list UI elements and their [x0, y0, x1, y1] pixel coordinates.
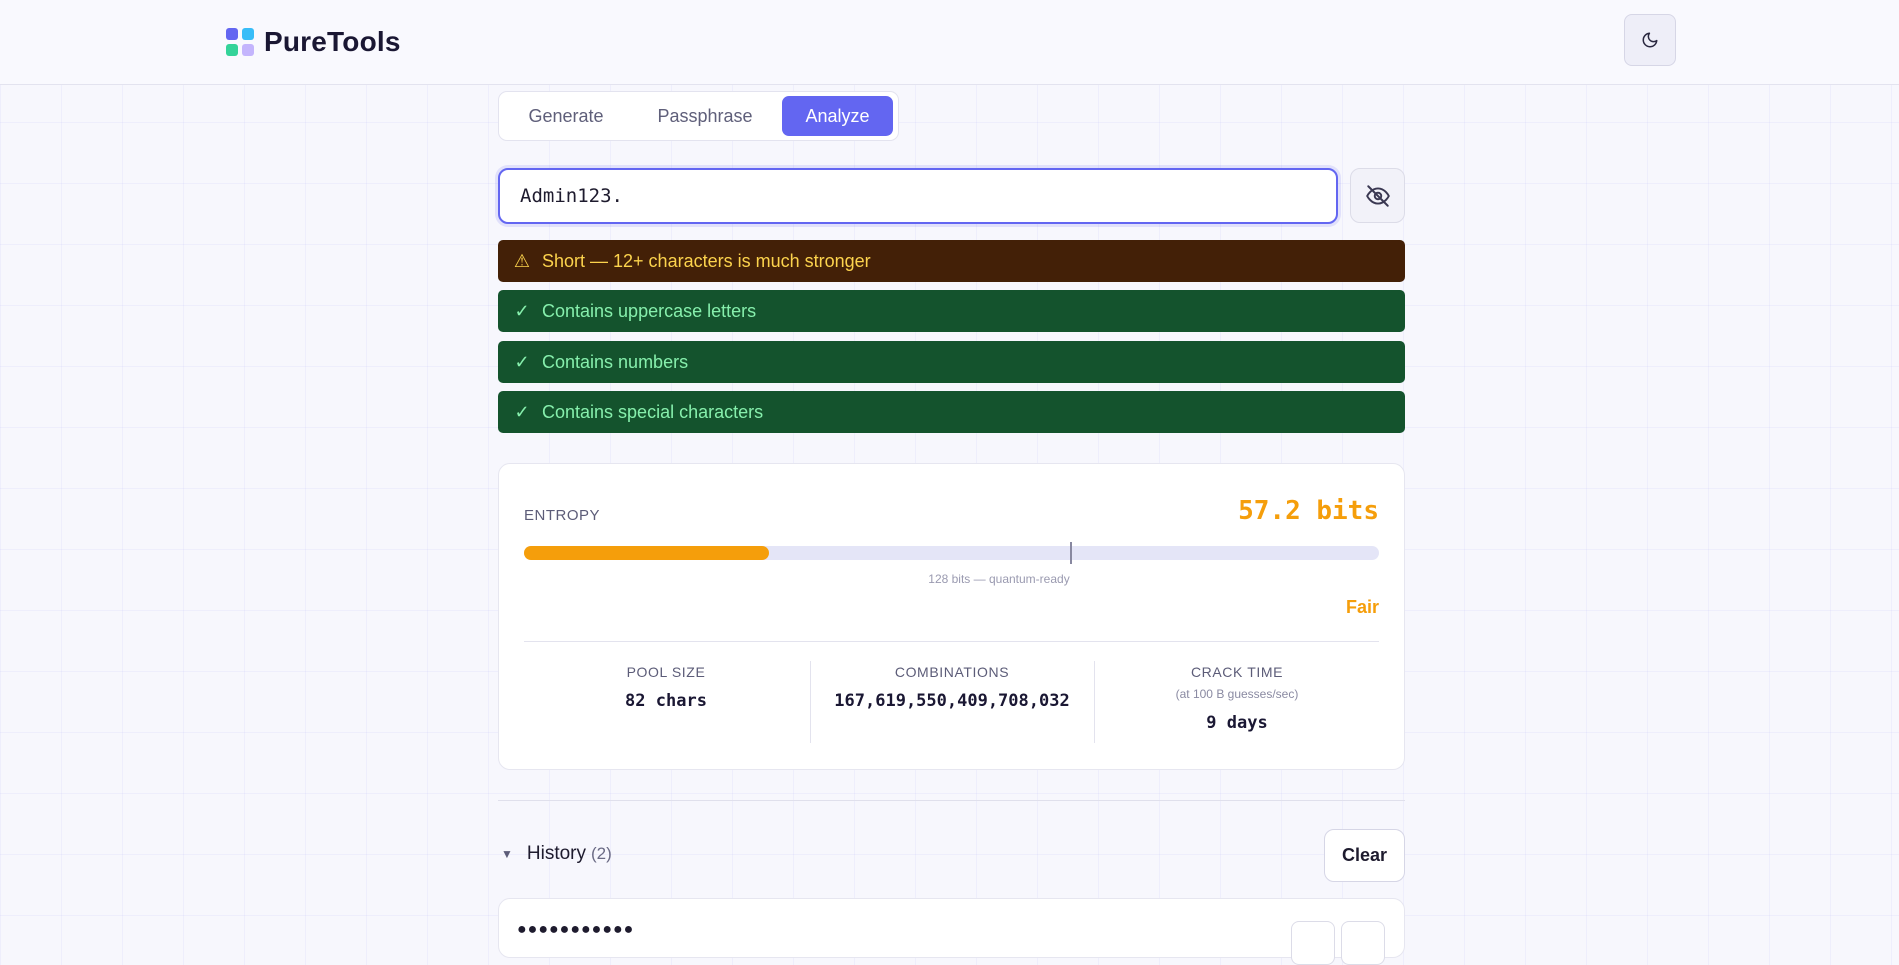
history-toggle[interactable]: ▼ History (2) [498, 843, 612, 865]
app-name: PureTools [264, 26, 401, 57]
history-delete-button[interactable] [1341, 921, 1385, 965]
stat-value: 82 chars [625, 691, 707, 711]
top-header: PureTools [0, 0, 1899, 85]
entropy-value: 57.2 bits [1238, 496, 1379, 526]
mode-tabs: Generate Passphrase Analyze [498, 91, 899, 141]
tab-generate[interactable]: Generate [511, 96, 621, 136]
stat-label: COMBINATIONS [894, 664, 1010, 680]
strength-rating: Fair [1345, 597, 1379, 617]
stat-value: 167,619,550,409,708,032 [834, 691, 1070, 711]
tab-analyze[interactable]: Analyze [782, 96, 893, 136]
check-text: Contains special characters [542, 401, 764, 422]
check-text: Contains numbers [542, 351, 689, 372]
checkmark-icon: ✓ [514, 401, 530, 422]
moon-icon [1642, 32, 1658, 48]
stat-crack-time: CRACK TIME (at 100 B guesses/sec) 9 days [1095, 664, 1379, 733]
check-special-characters: ✓ Contains special characters [498, 391, 1405, 433]
stat-label: CRACK TIME [1190, 664, 1284, 680]
section-divider [498, 800, 1405, 801]
caret-down-icon: ▼ [501, 847, 513, 861]
marker-label: 128 bits — quantum-ready [928, 572, 1070, 586]
toggle-visibility-button[interactable] [1350, 168, 1405, 223]
entropy-label: ENTROPY [524, 507, 601, 524]
card-divider [524, 641, 1379, 642]
check-length-warning: ⚠ Short — 12+ characters is much stronge… [498, 240, 1405, 282]
theme-toggle-button[interactable] [1624, 14, 1676, 66]
eye-off-icon [1365, 184, 1390, 207]
tab-passphrase[interactable]: Passphrase [635, 96, 775, 136]
entropy-bar [524, 542, 1379, 564]
check-text: Contains uppercase letters [542, 300, 757, 321]
history-title: History [526, 843, 587, 864]
stat-sublabel: (at 100 B guesses/sec) [1175, 687, 1299, 701]
history-count: (2) [591, 844, 612, 863]
logo-grid-icon [226, 28, 254, 56]
entropy-bar-fill [524, 546, 769, 560]
history-item[interactable]: ●●●●●●●●●●● [498, 898, 1405, 965]
warning-icon: ⚠ [513, 250, 531, 271]
stat-combinations: COMBINATIONS 167,619,550,409,708,032 [810, 664, 1094, 711]
history-copy-button[interactable] [1291, 921, 1335, 965]
check-uppercase: ✓ Contains uppercase letters [498, 290, 1405, 332]
stat-label: POOL SIZE [626, 664, 706, 680]
stat-value: 9 days [1206, 713, 1268, 733]
app-logo[interactable]: PureTools [226, 26, 401, 58]
checkmark-icon: ✓ [514, 351, 530, 372]
check-numbers: ✓ Contains numbers [498, 341, 1405, 383]
clear-history-button[interactable]: Clear [1324, 829, 1405, 882]
check-text: Short — 12+ characters is much stronger [542, 250, 871, 271]
history-masked-password: ●●●●●●●●●●● [517, 921, 635, 938]
entropy-card: ENTROPY 57.2 bits 128 bits — quantum-rea… [498, 463, 1405, 770]
quantum-ready-marker [1070, 542, 1072, 564]
stat-pool-size: POOL SIZE 82 chars [524, 664, 808, 711]
password-input[interactable] [498, 168, 1338, 224]
checkmark-icon: ✓ [514, 300, 530, 321]
